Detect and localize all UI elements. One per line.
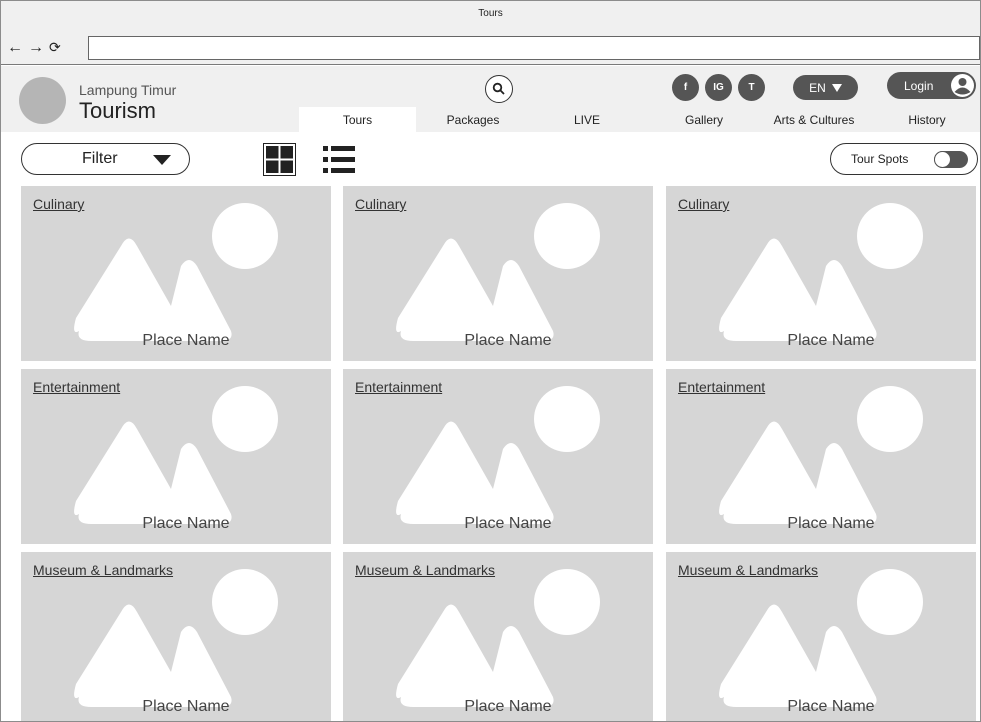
reload-icon[interactable]: ⟳ <box>49 39 63 56</box>
instagram-icon: IG <box>713 82 724 93</box>
browser-nav: ← → ⟳ <box>7 39 66 57</box>
tour-card[interactable]: Museum & Landmarks Place Name <box>666 552 976 721</box>
language-select[interactable]: EN <box>793 75 858 100</box>
card-category-link[interactable]: Entertainment <box>33 379 120 395</box>
title-bar: Tours ← → ⟳ <box>1 1 980 65</box>
back-arrow-icon[interactable]: ← <box>7 39 25 57</box>
card-category-link[interactable]: Entertainment <box>355 379 442 395</box>
tour-card[interactable]: Culinary Place Name <box>666 186 976 361</box>
tab-arts-cultures[interactable]: Arts & Cultures <box>754 107 874 132</box>
card-category-link[interactable]: Entertainment <box>678 379 765 395</box>
brand-title: Tourism <box>79 98 157 123</box>
twitter-icon: T <box>748 82 755 93</box>
tour-card[interactable]: Culinary Place Name <box>343 186 653 361</box>
forward-arrow-icon[interactable]: → <box>28 39 46 57</box>
twitter-button[interactable]: T <box>738 74 765 101</box>
tour-spots-label: Tour Spots <box>851 152 909 166</box>
card-place-name: Place Name <box>464 332 552 349</box>
url-input[interactable] <box>88 36 980 60</box>
site-header: Lampung Timur Tourism f IG T EN Login To… <box>1 66 980 132</box>
login-label: Login <box>904 78 934 93</box>
filter-dropdown[interactable]: Filter <box>21 143 190 175</box>
toggle-knob <box>934 151 951 168</box>
card-category-link[interactable]: Museum & Landmarks <box>678 562 818 578</box>
logo[interactable] <box>19 77 66 124</box>
tab-gallery[interactable]: Gallery <box>654 107 754 132</box>
search-button[interactable] <box>485 75 513 103</box>
tab-live[interactable]: LIVE <box>530 107 644 132</box>
user-icon <box>951 74 974 97</box>
card-category-link[interactable]: Culinary <box>33 196 84 212</box>
caret-down-icon <box>831 83 842 92</box>
tour-card[interactable]: Entertainment Place Name <box>21 369 331 544</box>
tour-card[interactable]: Culinary Place Name <box>21 186 331 361</box>
card-place-name: Place Name <box>142 515 230 532</box>
card-category-link[interactable]: Culinary <box>678 196 729 212</box>
search-icon <box>492 82 505 95</box>
caret-down-icon <box>153 155 171 165</box>
card-place-name: Place Name <box>787 332 875 349</box>
toolbar: Filter Tour Spots <box>1 132 980 184</box>
login-button[interactable]: Login <box>887 72 976 99</box>
tour-spots-toggle[interactable]: Tour Spots <box>830 143 978 175</box>
tab-tours[interactable]: Tours <box>299 107 416 132</box>
language-label: EN <box>809 80 826 95</box>
toggle-switch[interactable] <box>934 151 968 168</box>
tab-packages[interactable]: Packages <box>416 107 530 132</box>
filter-label: Filter <box>82 150 118 167</box>
list-view-icon[interactable] <box>321 143 357 176</box>
card-category-link[interactable]: Museum & Landmarks <box>33 562 173 578</box>
card-place-name: Place Name <box>464 515 552 532</box>
window-title: Tours <box>478 8 503 19</box>
card-place-name: Place Name <box>464 698 552 715</box>
tab-history[interactable]: History <box>874 107 980 132</box>
tour-card[interactable]: Entertainment Place Name <box>343 369 653 544</box>
facebook-icon: f <box>683 82 688 93</box>
card-category-link[interactable]: Culinary <box>355 196 406 212</box>
tour-card[interactable]: Museum & Landmarks Place Name <box>343 552 653 721</box>
grid-view-icon[interactable] <box>263 143 296 176</box>
instagram-button[interactable]: IG <box>705 74 732 101</box>
brand-subtitle: Lampung Timur <box>79 82 177 98</box>
tour-grid: Culinary Place Name Culinary Place Name … <box>1 184 980 721</box>
facebook-button[interactable]: f <box>672 74 699 101</box>
card-place-name: Place Name <box>142 698 230 715</box>
browser-window: Tours ← → ⟳ Lampung Timur Tourism f IG T E… <box>0 0 981 722</box>
tour-card[interactable]: Museum & Landmarks Place Name <box>21 552 331 721</box>
card-place-name: Place Name <box>142 332 230 349</box>
card-place-name: Place Name <box>787 515 875 532</box>
tour-card[interactable]: Entertainment Place Name <box>666 369 976 544</box>
card-place-name: Place Name <box>787 698 875 715</box>
card-category-link[interactable]: Museum & Landmarks <box>355 562 495 578</box>
